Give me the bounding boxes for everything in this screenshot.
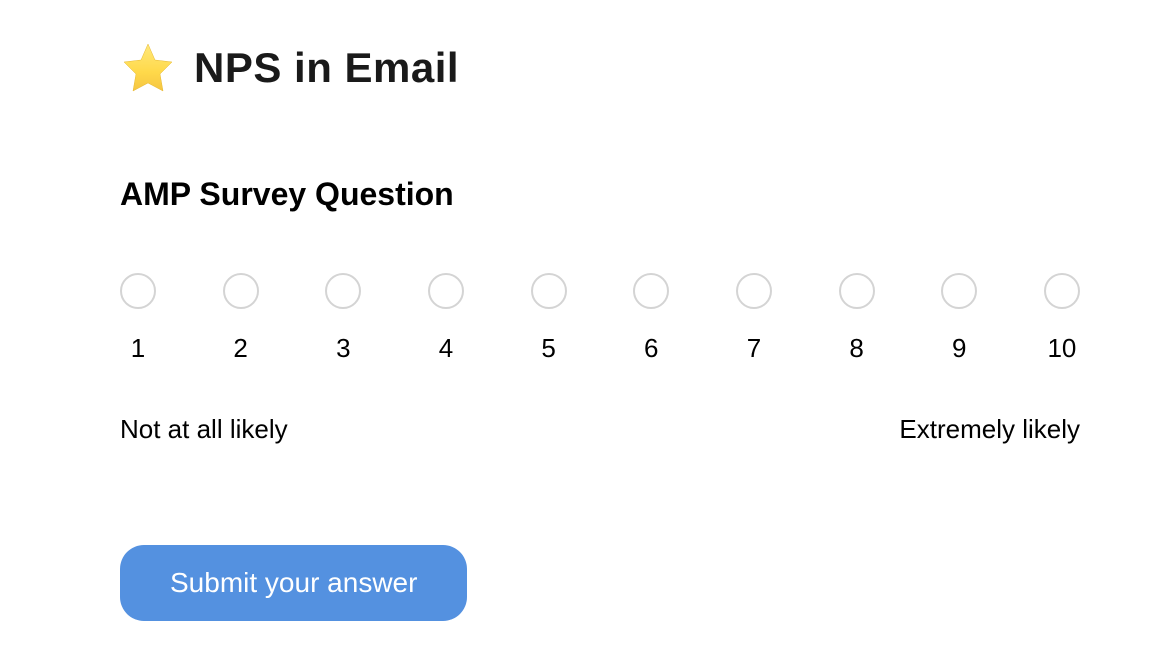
nps-option-7[interactable]: 7 (736, 273, 772, 364)
survey-question-title: AMP Survey Question (120, 176, 1038, 213)
nps-option-8[interactable]: 8 (839, 273, 875, 364)
page-title: NPS in Email (194, 44, 459, 92)
star-icon (120, 40, 176, 96)
radio-icon (736, 273, 772, 309)
nps-number: 3 (336, 333, 350, 364)
header: NPS in Email (120, 40, 1038, 96)
radio-icon (941, 273, 977, 309)
radio-icon (531, 273, 567, 309)
radio-icon (839, 273, 875, 309)
nps-option-3[interactable]: 3 (325, 273, 361, 364)
radio-icon (120, 273, 156, 309)
nps-option-1[interactable]: 1 (120, 273, 156, 364)
nps-labels-row: Not at all likely Extremely likely (120, 414, 1080, 445)
nps-number: 10 (1047, 333, 1076, 364)
nps-number: 9 (952, 333, 966, 364)
nps-number: 6 (644, 333, 658, 364)
submit-button[interactable]: Submit your answer (120, 545, 467, 621)
radio-icon (223, 273, 259, 309)
nps-number: 7 (747, 333, 761, 364)
nps-option-4[interactable]: 4 (428, 273, 464, 364)
nps-option-10[interactable]: 10 (1044, 273, 1080, 364)
nps-option-5[interactable]: 5 (531, 273, 567, 364)
nps-high-label: Extremely likely (899, 414, 1080, 445)
nps-option-9[interactable]: 9 (941, 273, 977, 364)
nps-number: 1 (131, 333, 145, 364)
nps-low-label: Not at all likely (120, 414, 288, 445)
nps-number: 5 (541, 333, 555, 364)
nps-option-6[interactable]: 6 (633, 273, 669, 364)
nps-number: 2 (233, 333, 247, 364)
nps-scale-row: 1 2 3 4 5 6 7 8 9 10 (120, 273, 1080, 364)
radio-icon (428, 273, 464, 309)
nps-number: 8 (849, 333, 863, 364)
nps-option-2[interactable]: 2 (223, 273, 259, 364)
radio-icon (1044, 273, 1080, 309)
radio-icon (633, 273, 669, 309)
radio-icon (325, 273, 361, 309)
nps-number: 4 (439, 333, 453, 364)
